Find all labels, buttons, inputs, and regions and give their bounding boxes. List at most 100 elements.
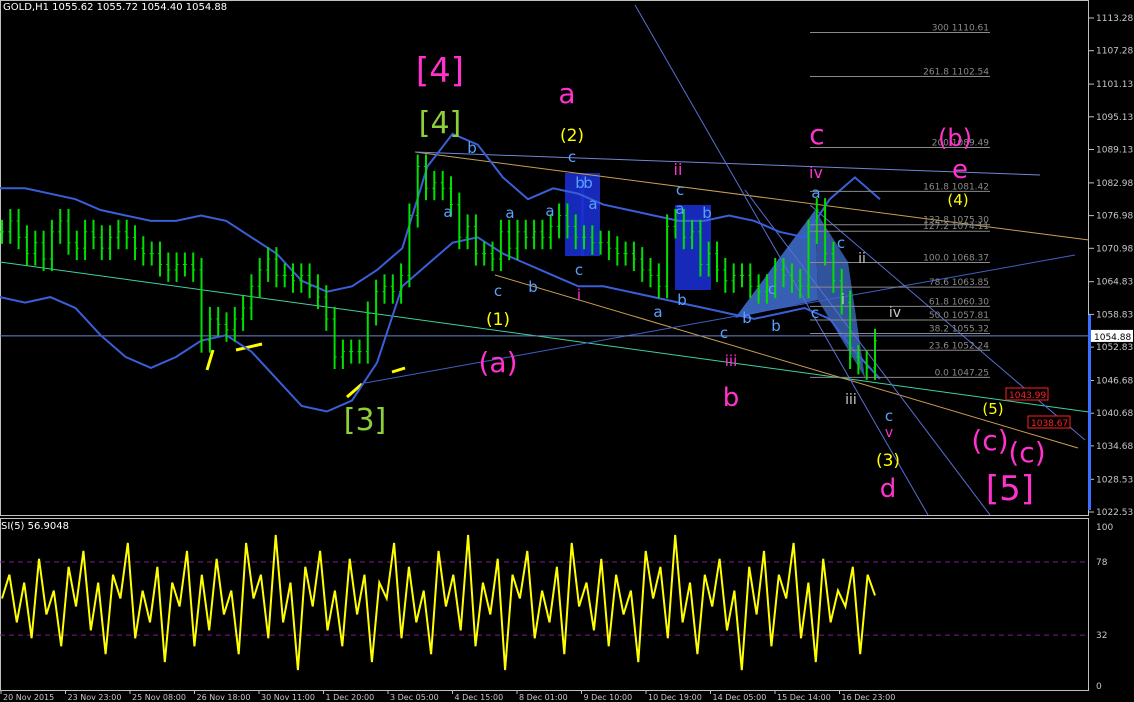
- price-tick-label: 1076.98: [1096, 212, 1133, 222]
- wave-label: (b): [938, 124, 972, 152]
- wave-label: i: [577, 286, 581, 304]
- upper-band: [0, 132, 881, 293]
- price-tick-label: 1101.13: [1096, 80, 1133, 90]
- price-tick-label: 1040.68: [1096, 409, 1133, 419]
- time-tick-label: 4 Dec 15:00: [455, 693, 504, 702]
- fibonacci-levels: 300 1110.61261.8 1102.54200 1089.49161.8…: [810, 24, 1071, 429]
- fib-label: 78.6 1063.85: [929, 278, 989, 288]
- price-alert-label: 1038.67: [1031, 419, 1068, 429]
- rsi-panel: 100 78 32 0: [0, 523, 1113, 692]
- wave-label: c: [676, 181, 684, 199]
- price-tick-label: 1107.28: [1096, 47, 1133, 57]
- chart-header: GOLD,H1 1055.62 1055.72 1054.40 1054.88: [3, 2, 227, 13]
- wave-label: a: [653, 303, 662, 321]
- wave-label: c: [885, 407, 893, 425]
- time-tick-label: 25 Nov 08:00: [132, 693, 186, 702]
- price-tick-label: 1095.13: [1096, 113, 1133, 123]
- fib-label: 300 1110.61: [932, 24, 989, 34]
- wave-label: (3): [876, 451, 900, 471]
- trading-chart[interactable]: 300 1110.61261.8 1102.54200 1089.49161.8…: [0, 0, 1134, 702]
- wave-label: (2): [560, 126, 584, 146]
- price-bars: [0, 154, 877, 380]
- price-tick-label: 1052.83: [1096, 343, 1133, 353]
- time-tick-label: 15 Dec 14:00: [777, 693, 831, 702]
- wave-label: (c): [971, 424, 1008, 457]
- time-tick-label: 10 Dec 19:00: [648, 693, 702, 702]
- price-alert-label: 1043.99: [1009, 391, 1046, 401]
- indicator-label: SI(5) 56.9048: [1, 521, 69, 532]
- wave-label: (4): [947, 191, 968, 209]
- wave-label: [3]: [344, 403, 387, 438]
- time-tick-label: 26 Nov 18:00: [197, 693, 251, 702]
- time-axis: 20 Nov 2015 23 Nov 23:00 25 Nov 08:00 26 No…: [0, 690, 896, 702]
- axis-scroll-marker: [1088, 315, 1091, 510]
- time-tick-label: 9 Dec 10:00: [584, 693, 633, 702]
- price-tick-label: 1046.68: [1096, 377, 1133, 387]
- wave-label: b: [702, 204, 712, 222]
- fib-label: 261.8 1102.54: [923, 68, 989, 78]
- time-tick-label: 14 Dec 05:00: [713, 693, 767, 702]
- time-tick-label: 1 Dec 20:00: [326, 693, 375, 702]
- wave-label: iii: [845, 392, 857, 408]
- wave-label: iii: [725, 352, 738, 370]
- ohlc-values: 1055.62 1055.72 1054.40 1054.88: [52, 2, 228, 13]
- wave-label: (1): [486, 310, 510, 330]
- wave-label: c: [837, 234, 845, 252]
- rsi-tick-label: 100: [1096, 523, 1113, 533]
- fib-label: 127.2 1074.11: [923, 222, 989, 232]
- wave-label: ii: [858, 251, 866, 267]
- price-tick-label: 1034.68: [1096, 442, 1133, 452]
- wave-label: v: [885, 425, 893, 441]
- wave-label: iv: [889, 305, 901, 321]
- price-tick-label: 1022.53: [1096, 508, 1133, 518]
- wave-label: (a): [478, 346, 517, 379]
- wave-label: b: [742, 309, 752, 327]
- wave-label: a: [505, 204, 514, 222]
- wave-label: c: [811, 304, 819, 322]
- wave-label: iv: [809, 163, 823, 182]
- fib-label: 0.0 1047.25: [935, 368, 989, 378]
- wave-label: a: [675, 200, 684, 218]
- time-tick-label: 20 Nov 2015: [3, 693, 54, 702]
- wave-label: a: [588, 195, 597, 213]
- current-price-label: 1054.88: [1094, 333, 1131, 343]
- wave-label: b: [771, 317, 781, 335]
- arrow-marker: [391, 366, 406, 374]
- wave-label: a: [545, 202, 554, 220]
- wave-label: c: [809, 118, 824, 151]
- wave-label: c: [768, 280, 776, 298]
- rsi-line: [1, 534, 876, 671]
- fib-label: 61.8 1060.30: [929, 297, 989, 307]
- price-tick-label: 1058.83: [1096, 310, 1133, 320]
- rsi-tick-label: 78: [1096, 558, 1108, 568]
- symbol-label: GOLD,H1: [3, 2, 49, 13]
- time-tick-label: 8 Dec 01:00: [519, 693, 568, 702]
- wave-label: b: [723, 383, 740, 413]
- time-tick-label: 30 Nov 11:00: [261, 693, 315, 702]
- wave-label: c: [575, 261, 583, 279]
- wave-label: b: [583, 174, 593, 192]
- time-tick-label: 3 Dec 05:00: [390, 693, 439, 702]
- wave-label: d: [880, 474, 897, 504]
- wave-label: ii: [674, 160, 683, 179]
- fib-label: 100.0 1068.37: [923, 254, 989, 264]
- time-tick-label: 16 Dec 23:00: [842, 693, 896, 702]
- wave-label: b: [528, 278, 538, 296]
- wave-label: [5]: [986, 469, 1034, 509]
- fib-label: 50.0 1057.81: [929, 311, 989, 321]
- wave-label: a: [443, 203, 452, 221]
- price-tick-label: 1070.98: [1096, 244, 1133, 254]
- trendline: [0, 261, 1090, 413]
- time-tick-label: 23 Nov 23:00: [68, 693, 122, 702]
- wave-label: b: [677, 291, 687, 309]
- fib-label: 23.6 1052.24: [929, 341, 989, 351]
- wave-label: c: [494, 282, 502, 300]
- fib-label: 38.2 1055.32: [929, 325, 989, 335]
- rsi-tick-label: 0: [1096, 682, 1102, 692]
- price-tick-label: 1028.53: [1096, 475, 1133, 485]
- wave-label: c: [720, 324, 728, 342]
- wave-label: [4]: [419, 106, 462, 141]
- wave-label: e: [952, 155, 968, 185]
- wave-label: (5): [982, 400, 1003, 418]
- wave-label: b: [467, 139, 477, 157]
